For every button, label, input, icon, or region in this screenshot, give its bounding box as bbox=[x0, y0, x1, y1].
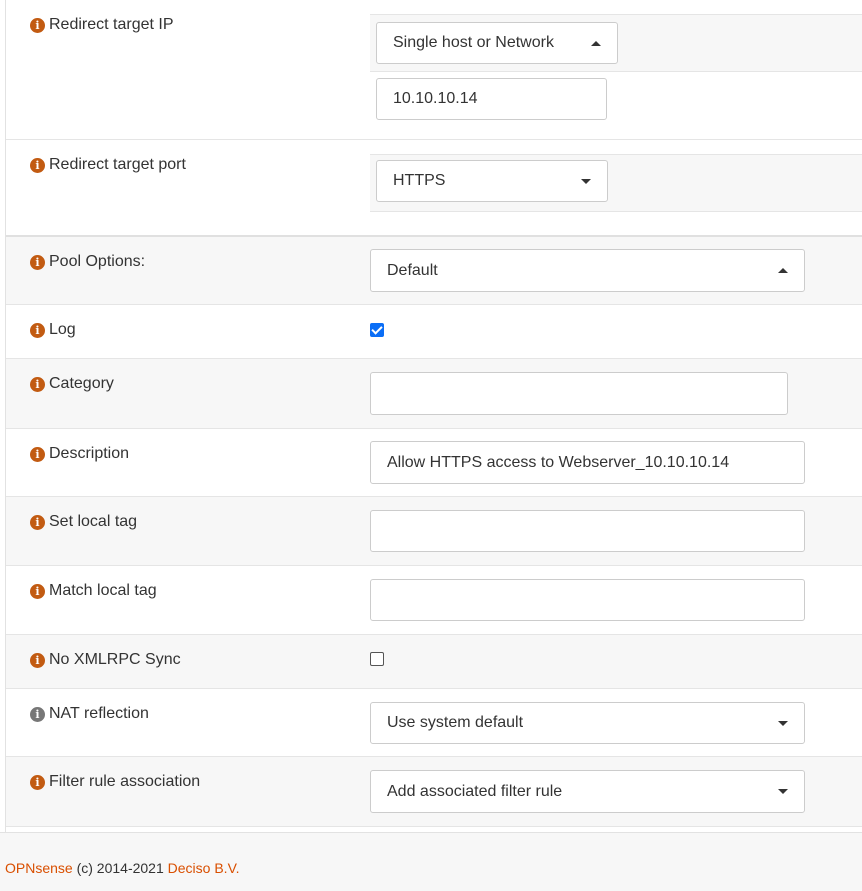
redirect-target-ip-address-input[interactable]: 10.10.10.14 bbox=[376, 78, 607, 120]
caret-up-icon bbox=[591, 40, 601, 46]
row-nat-reflection: i NAT reflection Use system default bbox=[6, 689, 862, 757]
info-icon[interactable]: i bbox=[30, 706, 45, 722]
match-local-tag-input[interactable] bbox=[370, 579, 805, 621]
nat-reflection-value: Use system default bbox=[387, 714, 524, 731]
description-label-group: i Description bbox=[30, 445, 129, 463]
info-icon[interactable]: i bbox=[30, 254, 45, 270]
pool-options-label: Pool Options: bbox=[49, 253, 146, 270]
category-label: Category bbox=[49, 375, 114, 392]
redirect-target-ip-type-value: Single host or Network bbox=[393, 34, 554, 51]
filter-rule-association-label-group: i Filter rule association bbox=[30, 773, 200, 791]
no-xmlrpc-sync-checkbox[interactable] bbox=[370, 652, 384, 666]
footer-copyright: (c) 2014-2021 bbox=[72, 860, 168, 876]
info-icon[interactable]: i bbox=[30, 446, 45, 462]
pool-options-value: Default bbox=[387, 261, 438, 279]
filter-rule-association-label: Filter rule association bbox=[49, 773, 201, 790]
footer-product-link[interactable]: OPNsense bbox=[5, 860, 73, 876]
info-icon[interactable]: i bbox=[30, 583, 45, 599]
match-local-tag-label: Match local tag bbox=[49, 582, 157, 599]
log-checkbox[interactable] bbox=[370, 323, 384, 337]
category-label-group: i Category bbox=[30, 375, 114, 393]
description-label: Description bbox=[49, 445, 130, 462]
pool-options-select[interactable]: Default bbox=[370, 249, 805, 292]
info-icon[interactable]: i bbox=[30, 514, 45, 530]
category-input[interactable] bbox=[370, 372, 788, 415]
caret-up-icon bbox=[778, 268, 788, 273]
footer-text: OPNsense (c) 2014-2021 Deciso B.V. bbox=[5, 860, 240, 876]
info-icon[interactable]: i bbox=[30, 774, 45, 790]
nat-reflection-select[interactable]: Use system default bbox=[370, 702, 805, 744]
info-icon[interactable]: i bbox=[30, 652, 45, 668]
nat-reflection-label-group: i NAT reflection bbox=[30, 705, 149, 723]
row-no-xmlrpc-sync: i No XMLRPC Sync bbox=[6, 635, 862, 689]
row-redirect-target-port: i Redirect target port HTTPS bbox=[6, 140, 862, 237]
redirect-target-ip-label-group: i Redirect target IP bbox=[30, 16, 174, 34]
log-label: Log bbox=[49, 321, 76, 338]
row-log: i Log bbox=[6, 305, 862, 359]
no-xmlrpc-sync-label: No XMLRPC Sync bbox=[49, 651, 181, 668]
rule-edit-form: i Redirect target IP Single host or Netw… bbox=[5, 0, 862, 832]
description-input[interactable]: Allow HTTPS access to Webserver_10.10.10… bbox=[370, 441, 805, 484]
set-local-tag-label-group: i Set local tag bbox=[30, 513, 137, 531]
info-icon[interactable]: i bbox=[30, 157, 45, 173]
set-local-tag-label: Set local tag bbox=[49, 513, 138, 530]
redirect-target-port-select[interactable]: HTTPS bbox=[376, 160, 608, 202]
filter-rule-association-value: Add associated filter rule bbox=[387, 782, 563, 800]
row-filter-rule-association: i Filter rule association Add associated… bbox=[6, 757, 862, 827]
footer-company-link[interactable]: Deciso B.V. bbox=[168, 860, 240, 876]
caret-down-icon bbox=[778, 720, 788, 726]
redirect-target-ip-address-value: 10.10.10.14 bbox=[393, 90, 478, 107]
caret-down-icon bbox=[581, 178, 591, 184]
row-pool-options: i Pool Options: Default bbox=[6, 237, 862, 305]
redirect-target-port-label-group: i Redirect target port bbox=[30, 156, 186, 174]
set-local-tag-input[interactable] bbox=[370, 510, 805, 552]
nat-reflection-label: NAT reflection bbox=[49, 705, 149, 722]
page-footer: OPNsense (c) 2014-2021 Deciso B.V. bbox=[0, 832, 862, 891]
row-description: i Description Allow HTTPS access to Webs… bbox=[6, 429, 862, 497]
no-xmlrpc-sync-label-group: i No XMLRPC Sync bbox=[30, 651, 181, 669]
caret-down-icon bbox=[778, 789, 788, 794]
row-match-local-tag: i Match local tag bbox=[6, 566, 862, 635]
description-value: Allow HTTPS access to Webserver_10.10.10… bbox=[387, 453, 730, 471]
redirect-target-ip-label: Redirect target IP bbox=[49, 16, 174, 33]
redirect-target-port-label: Redirect target port bbox=[49, 156, 186, 173]
info-icon[interactable]: i bbox=[30, 376, 45, 392]
row-redirect-target-ip: i Redirect target IP Single host or Netw… bbox=[6, 0, 862, 140]
pool-options-label-group: i Pool Options: bbox=[30, 253, 145, 271]
redirect-target-port-value: HTTPS bbox=[393, 172, 446, 189]
checkmark-icon bbox=[371, 323, 383, 335]
row-set-local-tag: i Set local tag bbox=[6, 497, 862, 566]
info-icon[interactable]: i bbox=[30, 322, 45, 338]
row-category: i Category bbox=[6, 359, 862, 429]
log-label-group: i Log bbox=[30, 321, 76, 339]
redirect-target-ip-type-select[interactable]: Single host or Network bbox=[376, 22, 618, 64]
filter-rule-association-select[interactable]: Add associated filter rule bbox=[370, 770, 805, 813]
match-local-tag-label-group: i Match local tag bbox=[30, 582, 157, 600]
info-icon[interactable]: i bbox=[30, 17, 45, 33]
